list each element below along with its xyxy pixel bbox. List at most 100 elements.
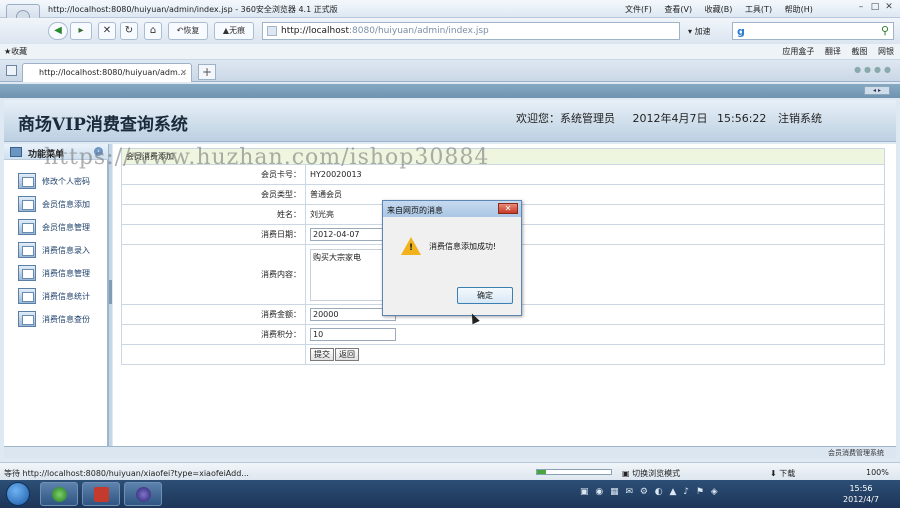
sidebar-item-label: 会员信息管理 [42, 223, 90, 232]
taskbar-eclipse[interactable] [124, 482, 162, 506]
screenshot-link[interactable]: 截图 [851, 47, 867, 56]
sidebar-item-member-manage[interactable]: 会员信息管理 [18, 218, 106, 236]
sidebar-item-member-add[interactable]: 会员信息添加 [18, 195, 106, 213]
sidebar-header: 功能菜单 ‹ [4, 144, 108, 160]
minimize-icon[interactable]: – [854, 2, 868, 12]
sidebar-item-label: 消费信息管理 [42, 269, 90, 278]
sidebar: 功能菜单 ‹ 修改个人密码 会员信息添加 会员信息管理 消费信息录入 消费信息管… [4, 144, 108, 446]
points-field[interactable]: 10 [310, 328, 396, 341]
search-icon[interactable]: ⚲ [881, 24, 889, 37]
sidebar-item-consume-entry[interactable]: 消费信息录入 [18, 241, 106, 259]
stop-icon[interactable]: ✕ [98, 22, 116, 40]
type-label: 会员类型： [121, 184, 306, 205]
dialog-close-button[interactable]: ✕ [498, 203, 518, 214]
new-tab-button[interactable]: + [198, 64, 216, 80]
favorites-label: 收藏 [11, 47, 28, 56]
clock-time: 15:56 [849, 484, 873, 493]
translate-link[interactable]: 翻译 [825, 47, 841, 56]
sidebar-item-consume-stats[interactable]: 消费信息统计 [18, 287, 106, 305]
address-bar[interactable]: http://localhost:8080/huiyuan/admin/inde… [262, 22, 680, 40]
page-icon [267, 26, 277, 36]
download-label: 下载 [779, 469, 796, 478]
dialog-title: 来自网页的消息 [387, 206, 443, 215]
browser-title-bar: http://localhost:8080/huiyuan/admin/inde… [0, 0, 900, 40]
zoom-level[interactable]: 100% [866, 468, 889, 477]
form-caption: 会员消费添加 [121, 148, 885, 165]
close-icon[interactable]: ✕ [882, 2, 896, 12]
home-icon[interactable]: ⌂ [144, 22, 162, 40]
logout-link[interactable]: 注销系统 [778, 110, 822, 126]
date-label: 消费日期： [121, 224, 306, 245]
system-tray-icons[interactable]: ▣ ◉ ▦ ✉ ⚙ ◐ ▲ ♪ ⚑ ◈ [580, 487, 720, 497]
restore-button[interactable]: ↶恢复 [168, 22, 208, 40]
window-icon [18, 196, 36, 212]
switch-mode-button[interactable]: ▣ 切换浏览模式 [622, 468, 680, 479]
page-header: 商场VIP消费查询系统 欢迎您：系统管理员 2012年4月7日 15:56:22… [4, 100, 896, 142]
submit-button[interactable]: 提交 [310, 348, 334, 361]
restore-label: 恢复 [183, 26, 200, 35]
card-value: HY20020013 [305, 164, 885, 185]
menu-file[interactable]: 文件(F) [625, 5, 652, 14]
amount-label: 消费金额： [121, 304, 306, 325]
return-button[interactable]: 返回 [335, 348, 359, 361]
menu-favorites[interactable]: 收藏(B) [705, 5, 733, 14]
refresh-icon[interactable]: ↻ [120, 22, 138, 40]
page-footer: 会员消费管理系统 [4, 446, 896, 458]
sidebar-item-change-password[interactable]: 修改个人密码 [18, 172, 106, 190]
app-box-link[interactable]: 应用盒子 [782, 47, 814, 56]
back-button[interactable]: ◀ [48, 22, 68, 40]
sidebar-splitter[interactable] [108, 144, 112, 446]
menu-tools[interactable]: 工具(T) [745, 5, 772, 14]
loading-progress [536, 469, 612, 475]
collapse-icon[interactable]: ‹ [94, 147, 103, 156]
content-label: 消费内容： [121, 244, 306, 305]
points-label: 消费积分： [121, 324, 306, 345]
toolbar-links: 应用盒子 翻译 截图 网银 [774, 46, 894, 57]
search-box[interactable]: g ⚲ [732, 22, 894, 40]
netbank-link[interactable]: 网银 [878, 47, 894, 56]
taskbar-clock[interactable]: 15:56 2012/4/7 [836, 483, 886, 505]
speed-button[interactable]: ▾ 加速 [688, 26, 711, 37]
menu-help[interactable]: 帮助(H) [785, 5, 813, 14]
sidebar-item-label: 消费信息统计 [42, 292, 90, 301]
sidebar-item-consume-backup[interactable]: 消费信息查份 [18, 310, 106, 328]
scroll-arrows-icon[interactable]: ◂ ▸ [864, 86, 890, 95]
status-text: 等待 http://localhost:8080/huiyuan/xiaofei… [4, 469, 249, 478]
empty-cell [121, 344, 306, 365]
tab-close-icon[interactable]: ✕ [180, 64, 187, 82]
incognito-button[interactable]: ▲无痕 [214, 22, 254, 40]
menu-icon [10, 147, 22, 157]
menu-view[interactable]: 查看(V) [664, 5, 692, 14]
search-engine-icon[interactable]: g [737, 25, 745, 38]
window-icon [18, 311, 36, 327]
splitter-grip[interactable] [109, 280, 112, 304]
taskbar-toolbox[interactable] [82, 482, 120, 506]
start-button[interactable] [6, 482, 30, 506]
speed-label: 加速 [694, 27, 711, 36]
favorites-bar: ★收藏 应用盒子 翻译 截图 网银 [0, 44, 900, 60]
taskbar-browser[interactable] [40, 482, 78, 506]
window-icon [18, 242, 36, 258]
current-time: 15:56:22 [717, 112, 767, 125]
dialog-ok-button[interactable]: 确定 [457, 287, 513, 304]
app-title: 商场VIP消费查询系统 [18, 115, 188, 135]
alert-dialog: 来自网页的消息 ✕ ! 消费信息添加成功! 确定 [382, 200, 522, 316]
tab-controls-icon[interactable]: ●●●● [854, 65, 894, 74]
status-bar: 等待 http://localhost:8080/huiyuan/xiaofei… [0, 462, 900, 480]
sidebar-item-label: 会员信息添加 [42, 200, 90, 209]
forward-button[interactable]: ▸ [70, 22, 92, 40]
sidebar-item-label: 消费信息查份 [42, 315, 90, 324]
progress-fill [537, 470, 546, 474]
tab-admin-index[interactable]: http://localhost:8080/huiyuan/adm... ✕ [22, 63, 192, 82]
navigation-bar: ◀ ▸ ✕ ↻ ⌂ ↶恢复 ▲无痕 http://localhost:8080/… [0, 18, 900, 44]
sidebar-item-consume-manage[interactable]: 消费信息管理 [18, 264, 106, 282]
sidebar-item-label: 修改个人密码 [42, 177, 90, 186]
download-icon: ⬇ [770, 469, 780, 478]
favorites-button[interactable]: ★收藏 [4, 46, 27, 57]
sidebar-toggle-icon[interactable] [6, 65, 17, 76]
sidebar-title: 功能菜单 [28, 150, 65, 160]
browser-icon [52, 487, 67, 502]
download-button[interactable]: ⬇ 下载 [770, 468, 795, 479]
maximize-icon[interactable]: □ [868, 2, 882, 12]
address-path: :8080/huiyuan/admin/index.jsp [348, 26, 489, 36]
